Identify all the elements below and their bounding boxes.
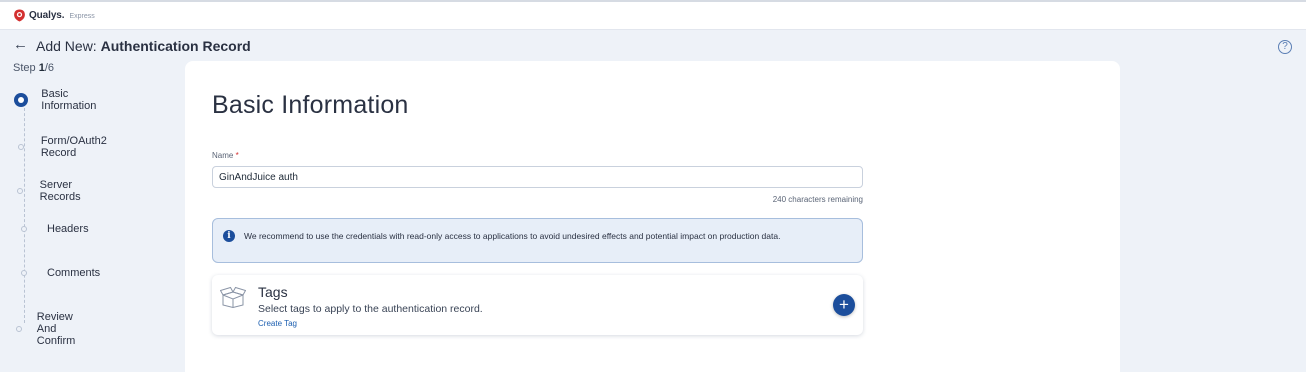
step-counter: Step 1/6 <box>13 62 54 74</box>
info-banner: i We recommend to use the credentials wi… <box>212 218 863 263</box>
step-label: Review And Confirm <box>36 311 76 347</box>
top-bar: Qualys. Express <box>0 0 1306 30</box>
char-remaining-counter: 240 characters remaining <box>772 195 863 204</box>
step-pending-icon <box>21 270 27 276</box>
step-label: Form/OAuth2 Record <box>40 135 107 159</box>
tags-title: Tags <box>258 284 288 300</box>
step-label: Headers <box>47 223 89 235</box>
page-title-record: Authentication Record <box>100 38 251 54</box>
help-icon[interactable]: ? <box>1278 40 1292 54</box>
back-arrow-icon[interactable]: ← <box>13 37 28 52</box>
step-basic-information[interactable]: Basic Information <box>14 88 102 112</box>
step-pending-icon <box>17 144 24 150</box>
form-card: Basic Information Name * 240 characters … <box>185 61 1120 372</box>
open-box-icon <box>220 286 246 308</box>
step-review-and-confirm[interactable]: Review And Confirm <box>14 311 86 347</box>
step-label: Comments <box>47 267 101 279</box>
step-label: Basic Information <box>41 88 97 112</box>
step-server-records[interactable]: Server Records <box>14 179 88 203</box>
name-label-text: Name <box>212 151 234 160</box>
info-banner-text: We recommend to use the credentials with… <box>244 231 781 241</box>
tags-panel: Tags Select tags to apply to the authent… <box>212 275 863 335</box>
step-headers[interactable]: Headers <box>14 223 89 235</box>
step-counter-label: Step <box>13 62 36 74</box>
tags-description: Select tags to apply to the authenticati… <box>258 303 483 315</box>
brand-name: Qualys. <box>29 10 65 21</box>
step-pending-icon <box>15 326 22 332</box>
step-pending-icon <box>17 188 24 194</box>
brand-edition: Express <box>69 13 95 20</box>
page-title: Add New: Authentication Record <box>36 38 251 54</box>
step-pending-icon <box>21 226 27 232</box>
required-marker: * <box>235 151 239 160</box>
step-active-icon <box>14 93 29 107</box>
step-comments[interactable]: Comments <box>14 267 100 279</box>
section-title: Basic Information <box>212 91 409 119</box>
page-title-prefix: Add New: <box>36 38 97 54</box>
name-field-label: Name * <box>212 151 239 160</box>
step-form-oauth2-record[interactable]: Form/OAuth2 Record <box>14 135 113 159</box>
step-counter-total: /6 <box>44 62 55 74</box>
step-label: Server Records <box>39 179 81 203</box>
create-tag-link[interactable]: Create Tag <box>258 319 297 328</box>
qualys-logo[interactable]: Qualys. Express <box>13 9 95 22</box>
info-icon: i <box>223 230 235 242</box>
add-tag-button[interactable]: + <box>833 294 855 316</box>
page-header: ← Add New: Authentication Record ? <box>0 30 1306 60</box>
qualys-shield-icon <box>14 9 25 22</box>
name-input[interactable] <box>212 166 863 188</box>
